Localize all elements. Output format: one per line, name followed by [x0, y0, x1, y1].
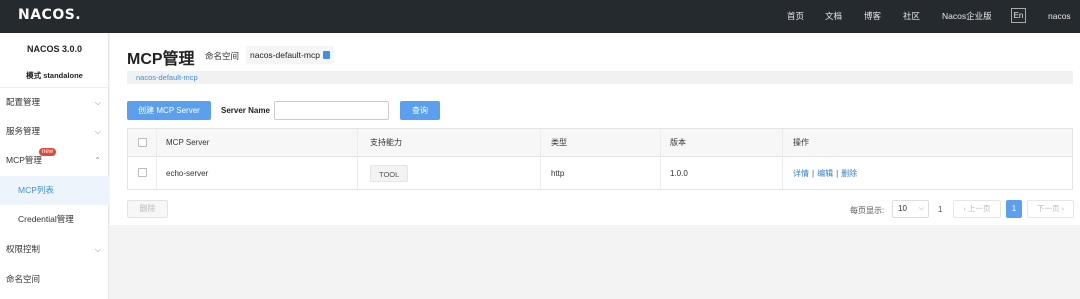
header-type: 类型	[551, 138, 567, 147]
namespace-label: 命名空间	[205, 51, 240, 61]
main-panel: MCP管理 命名空间 nacos-default-mcp nacos-defau…	[110, 33, 1080, 225]
chevron-down-icon: ⌵	[94, 245, 101, 254]
sidebar-item-credential[interactable]: Credential管理	[0, 205, 109, 234]
capability-tag: TOOL	[370, 165, 409, 182]
nav-home[interactable]: 首页	[787, 0, 804, 33]
sidebar-item-label: 配置管理	[6, 97, 41, 107]
page-size-select[interactable]: 10 ⌵	[892, 200, 929, 218]
copy-icon[interactable]	[322, 51, 330, 59]
detail-link[interactable]: 详情	[793, 169, 809, 178]
sidebar-item-config[interactable]: 配置管理 ⌵	[0, 88, 109, 117]
sidebar-item-mcp[interactable]: MCP管理 new ⌃	[0, 146, 109, 175]
page-title: MCP管理	[127, 51, 195, 68]
cell-server-name: echo-server	[166, 169, 209, 178]
chevron-down-icon: ⌵	[94, 98, 101, 107]
next-page-label: 下一页	[1036, 204, 1060, 213]
server-name-label: Server Name	[221, 106, 270, 115]
action-separator: |	[836, 169, 839, 178]
sidebar-item-label: 服务管理	[6, 126, 41, 136]
header-version: 版本	[670, 138, 686, 147]
namespace-value: nacos-default-mcp	[250, 50, 320, 60]
header-capability: 支持能力	[370, 138, 402, 147]
mode-label: 模式 standalone	[26, 71, 83, 80]
cell-type: http	[551, 169, 565, 178]
header-actions: 操作	[793, 138, 809, 147]
cell-version: 1.0.0	[670, 169, 688, 178]
table-header: MCP Server 支持能力 类型 版本 操作	[128, 129, 1072, 157]
create-mcp-server-button[interactable]: 创建 MCP Server	[127, 101, 211, 120]
sidebar-item-auth[interactable]: 权限控制 ⌵	[0, 235, 109, 264]
header-mcp-server: MCP Server	[166, 138, 210, 147]
prev-page-button[interactable]: ‹ 上一页	[953, 200, 1001, 218]
nav-community[interactable]: 社区	[903, 0, 920, 33]
sidebar-item-label: MCP列表	[18, 185, 54, 195]
language-switch[interactable]: En	[1011, 8, 1026, 23]
sidebar-item-namespace[interactable]: 命名空间	[0, 265, 109, 294]
user-menu[interactable]: nacos	[1048, 0, 1071, 33]
chevron-right-icon: ›	[1059, 204, 1065, 213]
server-name-input[interactable]	[274, 101, 389, 120]
sidebar: NACOS 3.0.0 模式 standalone 配置管理 ⌵ 服务管理 ⌵ …	[0, 33, 109, 299]
prev-page-label: 上一页	[968, 204, 991, 213]
version-label: NACOS 3.0.0	[26, 44, 83, 54]
sidebar-item-service[interactable]: 服务管理 ⌵	[0, 117, 109, 146]
chevron-down-icon: ⌵	[918, 205, 924, 212]
namespace-chip: nacos-default-mcp	[246, 46, 334, 64]
action-separator: |	[812, 169, 815, 178]
nav-enterprise[interactable]: Nacos企业版	[942, 0, 992, 33]
page-size-value: 10	[898, 204, 907, 213]
current-page[interactable]: 1	[1006, 200, 1022, 218]
batch-delete-button[interactable]: 删除	[127, 200, 168, 218]
edit-link[interactable]: 编辑	[817, 169, 833, 178]
delete-link[interactable]: 删除	[841, 169, 857, 178]
new-badge: new	[39, 148, 57, 156]
sidebar-item-label: Credential管理	[18, 214, 74, 224]
mcp-server-table: MCP Server 支持能力 类型 版本 操作 echo-server TOO…	[127, 128, 1073, 190]
nacos-logo[interactable]: NACOS.	[18, 7, 81, 23]
nav-docs[interactable]: 文档	[825, 0, 842, 33]
namespace-bar[interactable]: nacos-default-mcp	[127, 71, 1073, 84]
top-navbar: NACOS. 首页 文档 博客 社区 Nacos企业版 En nacos	[0, 0, 1080, 33]
next-page-button[interactable]: 下一页 ›	[1027, 200, 1074, 218]
sidebar-item-label: 权限控制	[6, 244, 41, 254]
page-size-label: 每页显示:	[850, 206, 885, 215]
select-all-checkbox[interactable]	[138, 138, 147, 147]
table-row: echo-server TOOL http 1.0.0 详情 | 编辑 | 删除	[128, 158, 1072, 189]
total-count: 1	[938, 205, 943, 214]
sidebar-item-mcp-list[interactable]: MCP列表	[0, 176, 109, 205]
cell-actions: 详情 | 编辑 | 删除	[793, 160, 857, 188]
nav-blog[interactable]: 博客	[864, 0, 881, 33]
sidebar-item-label: MCP管理	[6, 155, 42, 165]
chevron-up-icon: ⌃	[94, 156, 101, 165]
sidebar-item-label: 命名空间	[6, 274, 41, 284]
chevron-down-icon: ⌵	[94, 127, 101, 136]
row-checkbox[interactable]	[138, 168, 147, 177]
query-button[interactable]: 查询	[400, 101, 440, 120]
